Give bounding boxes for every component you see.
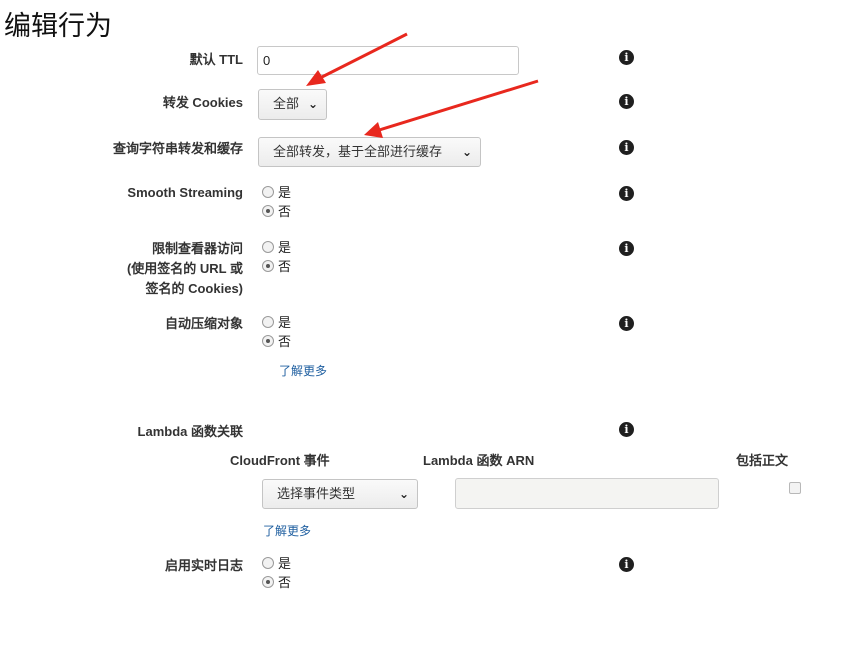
- red-arrow-annotation: [306, 32, 539, 138]
- red-arrow-1: [306, 32, 408, 86]
- red-arrow-2: [364, 79, 539, 138]
